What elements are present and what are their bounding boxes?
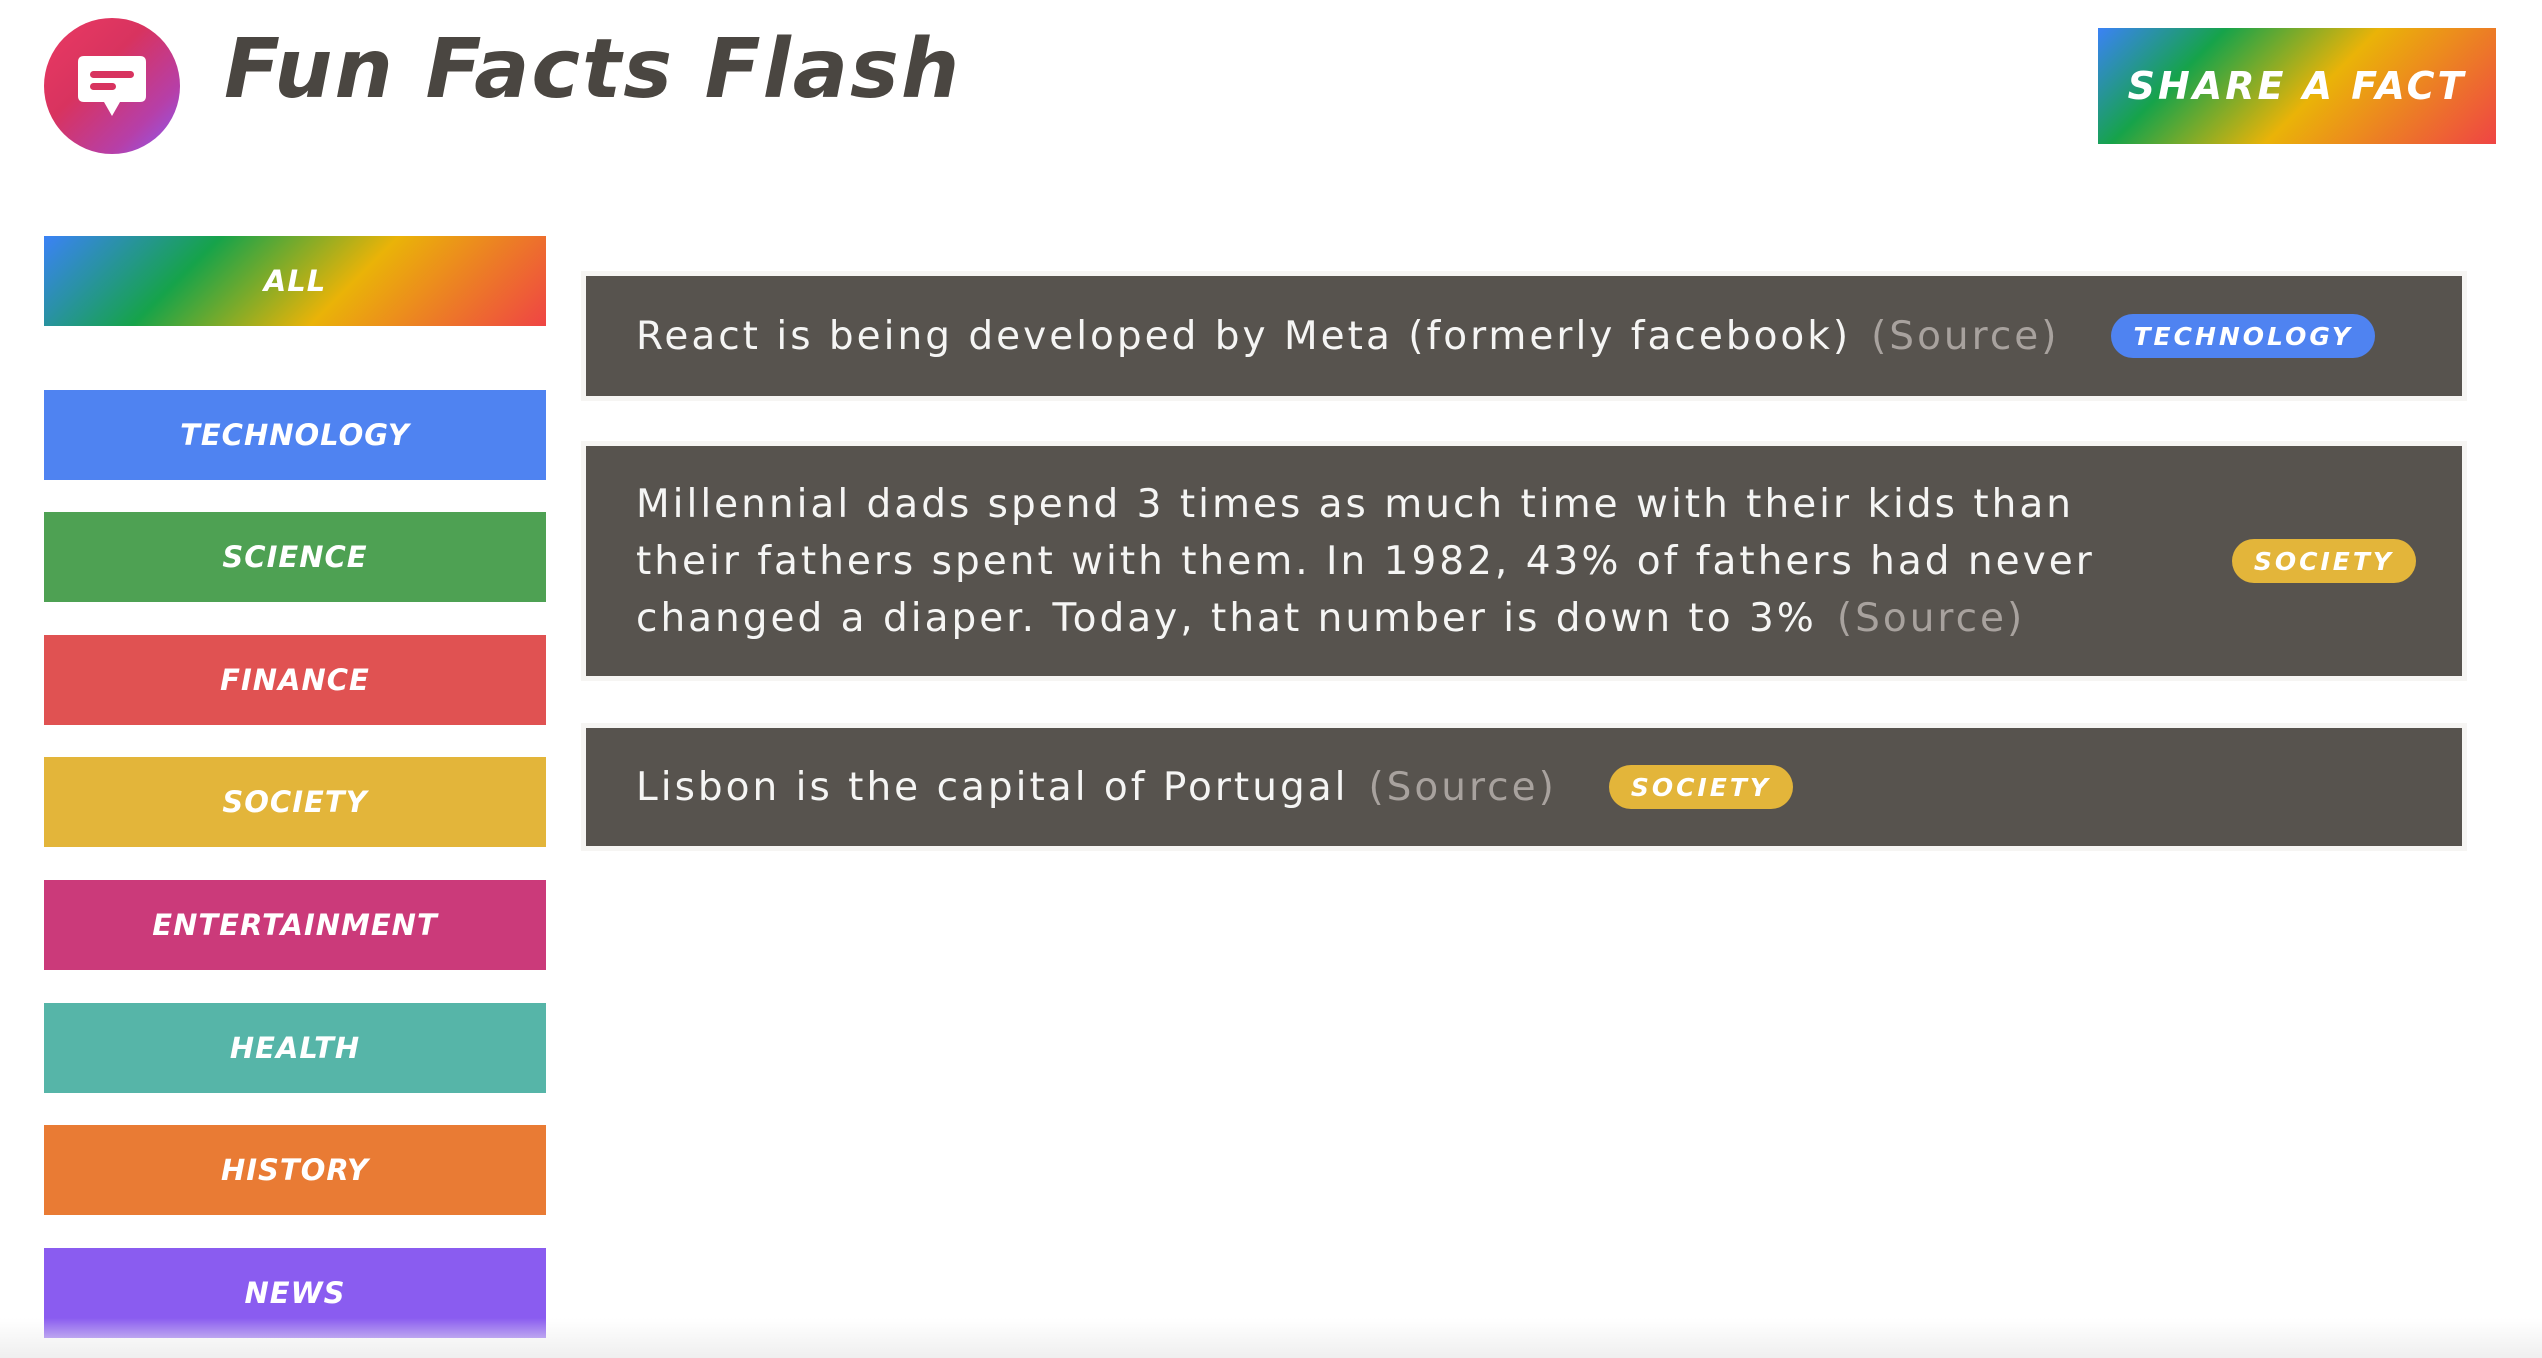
category-entertainment-button[interactable]: Entertainment: [44, 880, 546, 970]
source-link[interactable]: (Source): [1837, 596, 2025, 641]
category-news-button[interactable]: News: [44, 1248, 546, 1338]
fact-text: Lisbon is the capital of Portugal (Source…: [636, 759, 1557, 816]
category-tag: Society: [2231, 539, 2416, 583]
fact-item: Lisbon is the capital of Portugal (Source…: [581, 723, 2467, 851]
fact-text: React is being developed by Meta (former…: [636, 308, 2059, 365]
fact-item: Millennial dads spend 3 times as much ti…: [581, 441, 2467, 681]
fact-statement: React is being developed by Meta (former…: [636, 313, 1852, 359]
source-link[interactable]: (Source): [1368, 765, 1556, 810]
category-society-button[interactable]: Society: [44, 757, 546, 847]
source-link[interactable]: (Source): [1871, 314, 2059, 359]
share-fact-button[interactable]: Share a fact: [2098, 28, 2496, 144]
chat-bubble-icon: [78, 56, 146, 116]
category-science-button[interactable]: Science: [44, 512, 546, 602]
fact-text: Millennial dads spend 3 times as much ti…: [636, 476, 2176, 647]
category-history-button[interactable]: History: [44, 1125, 546, 1215]
category-technology-button[interactable]: Technology: [44, 390, 546, 480]
category-tag: Society: [1608, 765, 1793, 809]
page: Fun Facts Flash Share a fact All Technol…: [0, 0, 2542, 1358]
fact-statement: Lisbon is the capital of Portugal: [636, 764, 1349, 810]
category-health-button[interactable]: Health: [44, 1003, 546, 1093]
logo: [44, 18, 180, 154]
app-title: Fun Facts Flash: [224, 22, 962, 117]
fact-item: React is being developed by Meta (former…: [581, 271, 2467, 401]
category-finance-button[interactable]: Finance: [44, 635, 546, 725]
category-tag: Technology: [2111, 314, 2375, 358]
category-all-button[interactable]: All: [44, 236, 546, 326]
